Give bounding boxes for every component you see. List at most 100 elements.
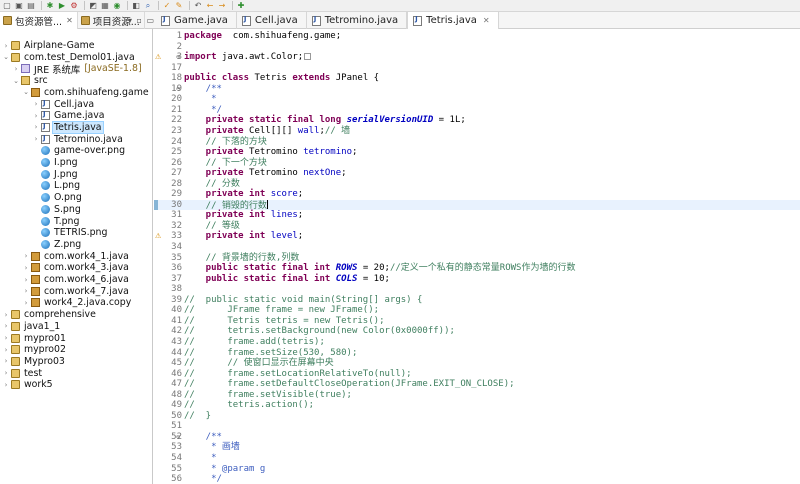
collapse-arrow-icon[interactable]: ⌄ — [22, 88, 30, 96]
code-line[interactable]: 56 */ — [154, 474, 800, 484]
tree-item[interactable]: T.png — [32, 216, 80, 227]
code-line[interactable]: 27 private Tetromino nextOne; — [154, 168, 800, 179]
tree-item[interactable]: › Mypro03 — [2, 356, 66, 367]
tree-item[interactable]: › Game.java — [32, 110, 106, 121]
tree-item[interactable]: › java1_1 — [2, 321, 61, 332]
tree-item[interactable]: ⌄ com.shihuafeng.game — [22, 87, 150, 98]
code-line[interactable]: 24 // 下落的方块 — [154, 137, 800, 148]
code-line[interactable]: 36 public static final int ROWS = 20;//定… — [154, 263, 800, 274]
code-line[interactable]: 53 * 画墙 — [154, 442, 800, 453]
close-icon[interactable]: ✕ — [66, 16, 73, 25]
run-icon[interactable]: ▶ — [57, 1, 67, 10]
code-line[interactable]: 19 ⊖ /** — [154, 84, 800, 95]
code-line[interactable]: 26 // 下一个方块 — [154, 158, 800, 169]
code-line[interactable]: 54 * — [154, 453, 800, 464]
code-line[interactable]: 23 private Cell[][] wall;// 墙 — [154, 126, 800, 137]
debug-icon[interactable]: ✱ — [45, 1, 55, 10]
fold-expand-icon[interactable]: ⊕ — [176, 52, 182, 63]
editor-tab[interactable]: Tetromino.java — [307, 12, 408, 29]
code-line[interactable]: 55 * @param g — [154, 464, 800, 475]
tree-item[interactable]: › Tetris.java — [32, 120, 104, 134]
back-icon[interactable]: ← — [205, 1, 215, 10]
code-line[interactable]: 32 // 等级 — [154, 221, 800, 232]
expand-arrow-icon[interactable]: › — [12, 65, 20, 73]
code-line[interactable]: 48// frame.setVisible(true); — [154, 390, 800, 401]
new-class-icon[interactable]: ◉ — [112, 1, 122, 10]
code-line[interactable]: 42// tetris.setBackground(new Color(0x00… — [154, 326, 800, 337]
code-line[interactable]: 47// frame.setDefaultCloseOperation(JFra… — [154, 379, 800, 390]
tree-item[interactable]: › work5 — [2, 379, 54, 390]
code-line[interactable]: 43// frame.add(tetris); — [154, 337, 800, 348]
expand-arrow-icon[interactable]: › — [32, 112, 40, 120]
expand-arrow-icon[interactable]: › — [22, 299, 30, 307]
tree-item[interactable]: › work4_2.java.copy — [22, 297, 132, 308]
close-icon[interactable]: ✕ — [483, 16, 490, 25]
code-line[interactable]: 29 private int score; — [154, 189, 800, 200]
code-line[interactable]: 51 — [154, 421, 800, 432]
task-icon[interactable]: ✓ — [162, 1, 172, 10]
expand-arrow-icon[interactable]: › — [2, 311, 10, 319]
code-editor[interactable]: 1 package com.shihuafeng.game; 2 3 ⊕ import j… — [154, 29, 800, 484]
tree-item[interactable]: Z.png — [32, 239, 82, 250]
view-tab[interactable]: 包资源管... ✕ — [0, 12, 78, 29]
prev-edit-icon[interactable]: ↶ — [193, 1, 203, 10]
warning-marker-icon[interactable]: ⚠ — [155, 232, 161, 241]
code-line[interactable]: 38 — [154, 284, 800, 295]
expand-arrow-icon[interactable]: › — [2, 357, 10, 365]
code-line[interactable]: 45// // 使窗口显示在屏幕中央 — [154, 358, 800, 369]
code-line[interactable]: 40// JFrame frame = new JFrame(); — [154, 305, 800, 316]
code-line[interactable]: 52 ⊖ /** — [154, 432, 800, 443]
code-line[interactable]: 28 // 分数 — [154, 179, 800, 190]
expand-arrow-icon[interactable]: › — [22, 252, 30, 260]
save-icon[interactable]: ▣ — [14, 1, 24, 10]
collapse-arrow-icon[interactable]: ⌄ — [2, 53, 10, 61]
forward-icon[interactable]: → — [217, 1, 227, 10]
expand-arrow-icon[interactable]: › — [2, 381, 10, 389]
expand-arrow-icon[interactable]: › — [32, 100, 40, 108]
tree-item[interactable]: › Airplane-Game — [2, 40, 96, 51]
expand-arrow-icon[interactable]: › — [32, 123, 40, 131]
code-line[interactable]: 3 ⊕ import java.awt.Color; — [154, 52, 800, 63]
editor-tab[interactable]: Cell.java — [237, 12, 307, 29]
tree-item[interactable]: › test — [2, 368, 43, 379]
new-package-icon[interactable]: ▦ — [100, 1, 110, 10]
code-line[interactable]: 50// } — [154, 411, 800, 422]
collapse-arrow-icon[interactable]: ⌄ — [12, 77, 20, 85]
fold-collapse-icon[interactable]: ⊖ — [176, 84, 182, 95]
expand-arrow-icon[interactable]: › — [2, 346, 10, 354]
code-line[interactable]: 34 — [154, 242, 800, 253]
tree-item[interactable]: › Cell.java — [32, 99, 95, 110]
new-java-project-icon[interactable]: ◩ — [88, 1, 98, 10]
code-line[interactable]: 1 package com.shihuafeng.game; — [154, 31, 800, 42]
tree-item[interactable]: J.png — [32, 169, 79, 180]
expand-arrow-icon[interactable]: › — [22, 276, 30, 284]
warning-marker-icon[interactable]: ⚠ — [155, 53, 161, 62]
expand-arrow-icon[interactable]: › — [2, 322, 10, 330]
code-line[interactable]: 49// tetris.action(); — [154, 400, 800, 411]
code-line[interactable]: 39// public static void main(String[] ar… — [154, 295, 800, 306]
code-line[interactable]: 21 */ — [154, 105, 800, 116]
code-line[interactable]: 41// Tetris tetris = new Tetris(); — [154, 316, 800, 327]
code-line[interactable]: 44// frame.setSize(530, 580); — [154, 348, 800, 359]
tree-item[interactable]: › comprehensive — [2, 309, 97, 320]
tree-item[interactable]: I.png — [32, 157, 79, 168]
tree-item[interactable]: › com.work4_3.java — [22, 262, 130, 273]
new-icon[interactable]: ▢ — [2, 1, 12, 10]
code-line[interactable]: 18 public class Tetris extends JPanel { — [154, 73, 800, 84]
open-type-icon[interactable]: ◧ — [131, 1, 141, 10]
tree-item[interactable]: › com.work4_6.java — [22, 274, 130, 285]
editor-tab[interactable]: Tetris.java ✕ — [407, 12, 499, 29]
tree-item[interactable]: L.png — [32, 180, 81, 191]
view-controls[interactable]: ▾ ▫ ▭ — [128, 16, 155, 25]
tree-item[interactable]: › JRE 系统库 [JavaSE-1.8] — [12, 63, 142, 76]
tree-item[interactable]: › mypro01 — [2, 333, 67, 344]
expand-arrow-icon[interactable]: › — [2, 42, 10, 50]
tree-item[interactable]: › com.work4_1.java — [22, 251, 130, 262]
code-line[interactable]: 31 private int lines; — [154, 210, 800, 221]
expand-arrow-icon[interactable]: › — [22, 287, 30, 295]
fold-collapse-icon[interactable]: ⊖ — [176, 432, 182, 443]
annotation-icon[interactable]: ✎ — [174, 1, 184, 10]
tree-item[interactable]: O.png — [32, 192, 83, 203]
expand-arrow-icon[interactable]: › — [2, 369, 10, 377]
code-line[interactable]: 35 // 背景墙的行数,列数 — [154, 253, 800, 264]
